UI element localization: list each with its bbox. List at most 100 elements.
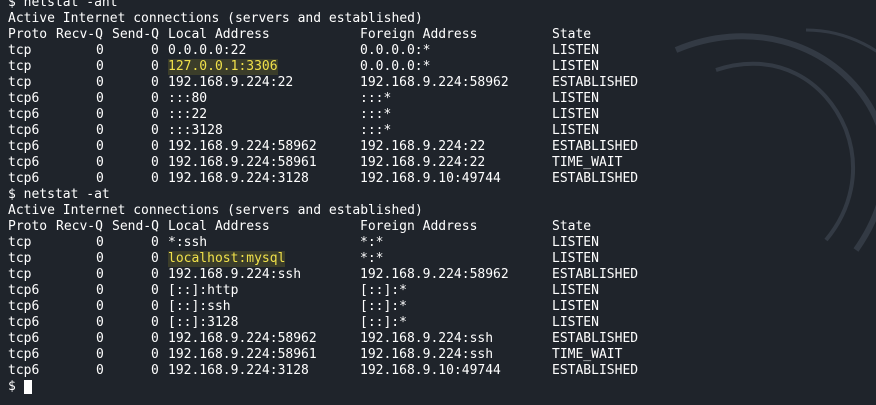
send-q-cell: 0 [151, 283, 159, 298]
foreign-address-cell: 192.168.9.224:22 [360, 155, 486, 170]
proto-cell: tcp [8, 43, 32, 58]
recv-q-cell: 0 [96, 139, 104, 154]
recv-q-cell: 0 [96, 283, 104, 298]
recv-q-cell: 0 [96, 347, 104, 362]
terminal-output: $ netstat -ant Active Internet connection… [8, 0, 638, 395]
local-address-cell: 192.168.9.224:58961 [168, 347, 317, 362]
connection-row: tcp 0 0 *:ssh *:* LISTEN [8, 235, 599, 251]
foreign-address-cell: [::]:* [360, 283, 407, 298]
state-cell: LISTEN [552, 235, 599, 250]
proto-cell: tcp [8, 59, 32, 74]
connection-row: tcp6 0 0 192.168.9.224:3128 192.168.9.10:497… [8, 363, 638, 379]
recv-q-cell: 0 [96, 331, 104, 346]
send-q-cell: 0 [151, 171, 159, 186]
recv-q-cell: 0 [96, 299, 104, 314]
local-address-cell: 192.168.9.224:58962 [168, 139, 317, 154]
proto-cell: tcp6 [8, 107, 40, 122]
send-q-cell: 0 [151, 331, 159, 346]
local-address-cell: [::]:http [168, 283, 239, 298]
foreign-address-cell: 192.168.9.224:22 [360, 139, 486, 154]
recv-q-cell: 0 [96, 59, 104, 74]
local-address-cell: :::3128 [168, 123, 223, 138]
local-address-cell: 192.168.9.224:58962 [168, 331, 317, 346]
foreign-address-cell: [::]:* [360, 315, 407, 330]
send-q-cell: 0 [151, 363, 159, 378]
send-q-cell: 0 [151, 299, 159, 314]
foreign-address-cell: 0.0.0.0:* [360, 43, 431, 58]
connection-row: tcp6 0 0 192.168.9.224:58961 192.168.9.224:s… [8, 347, 622, 363]
recv-q-cell: 0 [96, 123, 104, 138]
local-address-cell: 0.0.0.0:22 [168, 43, 247, 58]
local-address-cell: 192.168.9.224:3128 [168, 171, 309, 186]
terminal-window[interactable]: $ netstat -ant Active Internet connection… [0, 0, 876, 405]
local-address-cell: :::22 [168, 107, 208, 122]
text-cursor[interactable] [24, 380, 32, 394]
connection-row: tcp6 0 0:::3128:::* LISTEN [8, 123, 599, 139]
header-local-address: Local Address [168, 27, 270, 42]
prompt-line[interactable]: $ [8, 379, 423, 395]
foreign-address-cell: 192.168.9.224:ssh [360, 347, 494, 362]
local-address-cell: 192.168.9.224:58961 [168, 155, 317, 170]
connection-row: tcp6 0 0 [::]:http [::]:* LISTEN [8, 283, 599, 299]
header-send-q: Send-Q [112, 27, 159, 42]
foreign-address-cell: [::]:* [360, 299, 407, 314]
local-address-cell: [::]:3128 [168, 315, 239, 330]
state-cell: LISTEN [552, 315, 599, 330]
proto-cell: tcp6 [8, 123, 40, 138]
proto-cell: tcp [8, 235, 32, 250]
column-header-row: Proto Recv-Q Send-Q Local Address Foreign Ad… [8, 219, 591, 235]
connection-row: tcp 0 0 192.168.9.224:22 192.168.9.224:58962… [8, 75, 638, 91]
local-address-cell: localhost:mysql [168, 251, 286, 267]
state-cell: LISTEN [552, 299, 599, 314]
header-send-q: Send-Q [112, 219, 159, 234]
local-address-cell: 192.168.9.224:ssh [168, 267, 302, 282]
foreign-address-cell: 192.168.9.224:58962 [360, 267, 509, 282]
recv-q-cell: 0 [96, 235, 104, 250]
recv-q-cell: 0 [96, 267, 104, 282]
connection-row: tcp6 0 0:::22:::* LISTEN [8, 107, 599, 123]
header-recv-q: Recv-Q [56, 219, 103, 234]
header-foreign-address: Foreign Address [360, 27, 478, 42]
connection-row: tcp6 0 0 192.168.9.224:58961 192.168.9.224:2… [8, 155, 622, 171]
header-local-address: Local Address [168, 219, 270, 234]
recv-q-cell: 0 [96, 91, 104, 106]
proto-cell: tcp6 [8, 155, 40, 170]
output-heading: Active Internet connections (servers and… [8, 203, 423, 218]
local-address-cell: 192.168.9.224:22 [168, 75, 294, 90]
state-cell: LISTEN [552, 43, 599, 58]
local-address-cell: 127.0.0.1:3306 [168, 59, 278, 75]
header-recv-q: Recv-Q [56, 27, 103, 42]
send-q-cell: 0 [151, 91, 159, 106]
proto-cell: tcp6 [8, 331, 40, 346]
proto-cell: tcp6 [8, 363, 40, 378]
foreign-address-cell: *:* [360, 235, 384, 250]
state-cell: ESTABLISHED [552, 75, 639, 90]
connection-row: tcp 0 0 127.0.0.1:3306 0.0.0.0:* LISTEN [8, 59, 599, 75]
state-cell: LISTEN [552, 251, 599, 266]
proto-cell: tcp6 [8, 139, 40, 154]
foreign-address-cell: :::* [360, 91, 392, 106]
send-q-cell: 0 [151, 43, 159, 58]
proto-cell: tcp6 [8, 283, 40, 298]
recv-q-cell: 0 [96, 171, 104, 186]
state-cell: ESTABLISHED [552, 363, 639, 378]
prompt-symbol: $ [8, 379, 16, 394]
column-header-row: Proto Recv-Q Send-Q Local Address Foreign Ad… [8, 27, 591, 43]
send-q-cell: 0 [151, 123, 159, 138]
foreign-address-cell: :::* [360, 107, 392, 122]
state-cell: LISTEN [552, 283, 599, 298]
proto-cell: tcp [8, 267, 32, 282]
local-address-cell: :::80 [168, 91, 208, 106]
local-address-cell: [::]:ssh [168, 299, 231, 314]
connection-row: tcp6 0 0 [::]:ssh [::]:* LISTEN [8, 299, 599, 315]
header-state: State [552, 219, 592, 234]
state-cell: LISTEN [552, 123, 599, 138]
recv-q-cell: 0 [96, 363, 104, 378]
state-cell: TIME_WAIT [552, 155, 623, 170]
connection-row: tcp6 0 0 192.168.9.224:3128 192.168.9.10:497… [8, 171, 638, 187]
state-cell: ESTABLISHED [552, 267, 639, 282]
recv-q-cell: 0 [96, 107, 104, 122]
connection-row: tcp6 0 0:::80:::* LISTEN [8, 91, 599, 107]
recv-q-cell: 0 [96, 43, 104, 58]
connection-row: tcp 0 0 192.168.9.224:ssh 192.168.9.224:5896… [8, 267, 638, 283]
